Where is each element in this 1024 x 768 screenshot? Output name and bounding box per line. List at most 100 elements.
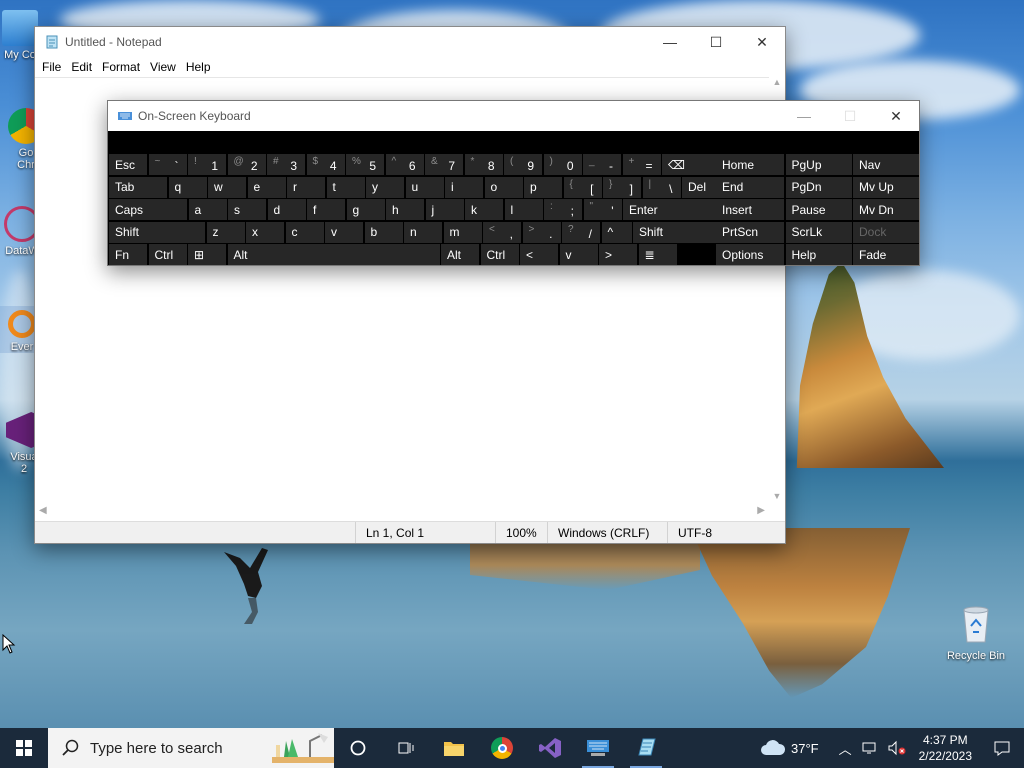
osk-key[interactable]: | \	[642, 176, 681, 198]
osk-key[interactable]: ≣	[638, 244, 677, 265]
osk-key[interactable]: " '	[583, 199, 622, 220]
osk-key[interactable]: f	[307, 199, 345, 220]
osk-key[interactable]: {[	[563, 176, 602, 198]
notepad-titlebar[interactable]: Untitled - Notepad — ☐ ✕	[35, 27, 785, 57]
menu-edit[interactable]: Edit	[66, 60, 97, 74]
osk-key[interactable]: z	[206, 221, 245, 243]
osk-key[interactable]: n	[404, 221, 442, 243]
action-center-button[interactable]	[980, 728, 1024, 768]
osk-key[interactable]: a	[188, 199, 227, 220]
maximize-button[interactable]: ☐	[693, 27, 739, 57]
osk-key[interactable]: Ctrl	[148, 244, 187, 265]
osk-side-key[interactable]: Mv Up	[853, 176, 919, 198]
osk-key[interactable]: Fn	[109, 244, 147, 265]
taskbar-notepad[interactable]	[622, 728, 670, 768]
network-icon[interactable]	[861, 740, 879, 756]
horizontal-scrollbar[interactable]: ◀ ▶	[35, 503, 769, 521]
osk-key[interactable]: <,	[483, 221, 521, 243]
osk-key[interactable]: w	[208, 176, 246, 198]
weather-cloud-icon[interactable]	[760, 739, 786, 757]
osk-key[interactable]: ! 1	[188, 154, 226, 175]
osk-key[interactable]: & 7	[425, 154, 463, 175]
osk-side-key[interactable]: Pause	[785, 199, 852, 220]
osk-key[interactable]: t	[326, 176, 365, 198]
osk-key[interactable]: m	[443, 221, 482, 243]
osk-side-key[interactable]: PgDn	[785, 176, 852, 198]
desktop-icon-recycle-bin[interactable]: Recycle Bin	[940, 604, 1012, 662]
osk-key[interactable]: b	[364, 221, 403, 243]
scroll-down-icon[interactable]: ▼	[769, 491, 785, 501]
osk-key[interactable]: o	[484, 176, 523, 198]
osk-key[interactable]: _ -	[583, 154, 621, 175]
osk-key[interactable]: y	[366, 176, 404, 198]
osk-key[interactable]: h	[386, 199, 424, 220]
osk-key[interactable]: ? /	[562, 221, 600, 243]
osk-key[interactable]: * 8	[464, 154, 503, 175]
taskbar-chrome[interactable]	[478, 728, 526, 768]
osk-key[interactable]: l	[504, 199, 543, 220]
osk-key[interactable]: Shift	[633, 221, 719, 243]
osk-key[interactable]: c	[285, 221, 324, 243]
osk-key[interactable]: Enter	[623, 199, 729, 220]
osk-side-key[interactable]: End	[716, 176, 784, 198]
osk-key[interactable]: q	[168, 176, 207, 198]
osk-window[interactable]: On-Screen Keyboard — ☐ ✕ Esc ~ `! 1 @2 #3 $4% 5…	[107, 100, 920, 266]
osk-key[interactable]: i	[445, 176, 483, 198]
osk-side-key[interactable]: Insert	[716, 199, 784, 220]
osk-side-key[interactable]: Home	[716, 154, 784, 175]
osk-key[interactable]: ^	[601, 221, 632, 243]
start-button[interactable]	[0, 728, 48, 768]
osk-key[interactable]: Ctrl	[480, 244, 519, 265]
show-hidden-icons-icon[interactable]: ︿	[834, 739, 857, 758]
menu-help[interactable]: Help	[181, 60, 216, 74]
osk-side-key[interactable]: Fade	[853, 244, 919, 265]
osk-key[interactable]: k	[465, 199, 503, 220]
osk-key[interactable]: >.	[522, 221, 561, 243]
osk-key[interactable]: }]	[603, 176, 641, 198]
taskbar-visual-studio[interactable]	[526, 728, 574, 768]
weather-temperature[interactable]: 37°F	[786, 741, 824, 756]
osk-key[interactable]: ) 0	[543, 154, 582, 175]
osk-key[interactable]: ^ 6	[385, 154, 424, 175]
scroll-right-icon[interactable]: ▶	[757, 505, 765, 516]
osk-key[interactable]: Tab	[109, 176, 167, 198]
osk-key[interactable]: Shift	[109, 221, 205, 243]
cortana-button[interactable]	[334, 728, 382, 768]
osk-key[interactable]: d	[267, 199, 306, 220]
taskbar-file-explorer[interactable]	[430, 728, 478, 768]
taskbar-clock[interactable]: 4:37 PM 2/22/2023	[911, 732, 980, 764]
scroll-up-icon[interactable]: ▲	[769, 77, 785, 87]
osk-key[interactable]: >	[599, 244, 637, 265]
osk-key[interactable]: p	[524, 176, 562, 198]
minimize-button[interactable]: —	[647, 27, 693, 57]
osk-key[interactable]: (9	[504, 154, 542, 175]
menu-file[interactable]: File	[37, 60, 66, 74]
osk-side-key[interactable]: Options	[716, 244, 784, 265]
osk-key[interactable]: <	[520, 244, 558, 265]
osk-key[interactable]: Alt	[227, 244, 440, 265]
osk-key[interactable]: s	[228, 199, 266, 220]
osk-key[interactable]: % 5	[346, 154, 384, 175]
volume-muted-icon[interactable]	[887, 740, 907, 756]
osk-side-key[interactable]: Nav	[853, 154, 919, 175]
osk-key[interactable]: v	[325, 221, 363, 243]
menu-format[interactable]: Format	[97, 60, 145, 74]
osk-key[interactable]: u	[405, 176, 444, 198]
close-button[interactable]: ✕	[739, 27, 785, 57]
taskbar-search-box[interactable]: Type here to search	[48, 728, 334, 768]
osk-key[interactable]: Alt	[441, 244, 479, 265]
osk-side-key[interactable]: Mv Dn	[853, 199, 919, 220]
osk-side-key[interactable]: ScrLk	[785, 221, 852, 243]
osk-titlebar[interactable]: On-Screen Keyboard — ☐ ✕	[108, 101, 919, 131]
osk-key[interactable]: ~ `	[148, 154, 187, 175]
osk-key[interactable]: v	[559, 244, 598, 265]
scroll-left-icon[interactable]: ◀	[39, 505, 47, 516]
menu-view[interactable]: View	[145, 60, 181, 74]
osk-key[interactable]: :;	[544, 199, 582, 220]
osk-key[interactable]: x	[246, 221, 284, 243]
osk-side-key[interactable]: PgUp	[785, 154, 852, 175]
osk-key[interactable]: $4	[306, 154, 345, 175]
osk-key[interactable]: e	[247, 176, 286, 198]
osk-key[interactable]: ⊞	[188, 244, 226, 265]
osk-key[interactable]: Esc	[109, 154, 147, 175]
